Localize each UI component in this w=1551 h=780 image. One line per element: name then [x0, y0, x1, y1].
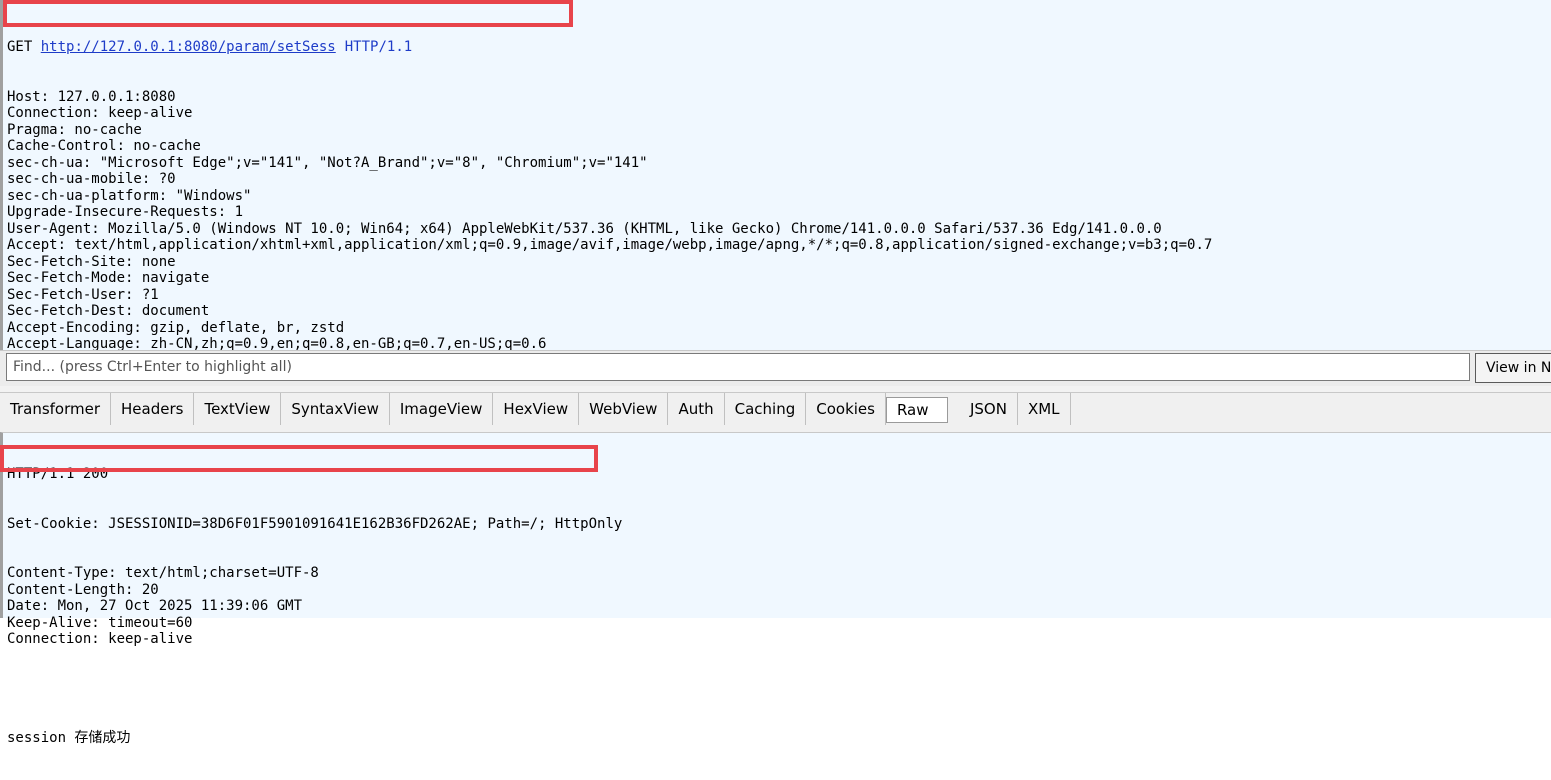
tab-textview[interactable]: TextView	[194, 393, 282, 425]
request-headers: Host: 127.0.0.1:8080 Connection: keep-ali…	[7, 89, 1212, 353]
request-text: GET http://127.0.0.1:8080/param/setSess H…	[7, 6, 1212, 386]
set-cookie-line: Set-Cookie: JSESSIONID=38D6F01F590109164…	[7, 516, 622, 533]
response-header-line: Connection: keep-alive	[7, 631, 193, 647]
request-header-line: sec-ch-ua: "Microsoft Edge";v="141", "No…	[7, 154, 648, 171]
response-body: session 存储成功	[7, 730, 131, 746]
request-header-line: Accept: text/html,application/xhtml+xml,…	[7, 237, 1213, 253]
request-header-line: Cache-Control: no-cache	[7, 138, 201, 154]
tab-caching[interactable]: Caching	[725, 393, 807, 425]
request-header-line: Sec-Fetch-Dest: document	[7, 303, 210, 319]
tab-transformer[interactable]: Transformer	[0, 393, 112, 425]
tab-json[interactable]: JSON	[960, 393, 1018, 425]
request-header-line: Connection: keep-alive	[7, 105, 193, 121]
tab-cookies[interactable]: Cookies	[806, 393, 886, 425]
tab-headers[interactable]: Headers	[111, 393, 195, 425]
response-header-line: Content-Type: text/html;charset=UTF-8	[7, 565, 319, 581]
set-cookie-value: Set-Cookie: JSESSIONID=38D6F01F590109164…	[7, 515, 480, 532]
request-header-line: Host: 127.0.0.1:8080	[7, 88, 176, 105]
response-raw-pane[interactable]: HTTP/1.1 200 Set-Cookie: JSESSIONID=38D6…	[0, 432, 1551, 746]
response-header-line: Date: Mon, 27 Oct 2025 11:39:06 GMT	[7, 598, 303, 614]
response-tab-strip: Transformer Headers TextView SyntaxView Imag…	[0, 392, 1551, 433]
view-in-notepad-button[interactable]: View in Notepad	[1475, 353, 1551, 383]
request-line: GET http://127.0.0.1:8080/param/setSess H…	[7, 39, 1212, 56]
request-url-link[interactable]: http://127.0.0.1:8080/param/setSess	[41, 39, 336, 55]
response-header-line: Keep-Alive: timeout=60	[7, 614, 193, 631]
find-bar: View in Notepad	[0, 350, 1551, 388]
tab-imageview[interactable]: ImageView	[390, 393, 494, 425]
set-cookie-attributes: Path=/; HttpOnly	[479, 515, 623, 532]
tab-auth[interactable]: Auth	[668, 393, 725, 425]
request-header-line: Sec-Fetch-Site: none	[7, 253, 176, 270]
tab-hexview[interactable]: HexView	[493, 393, 580, 425]
tab-xml[interactable]: XML	[1018, 393, 1071, 425]
request-raw-pane[interactable]: GET http://127.0.0.1:8080/param/setSess H…	[0, 0, 1551, 352]
request-header-line: Accept-Encoding: gzip, deflate, br, zstd	[7, 319, 345, 336]
request-header-line: Sec-Fetch-User: ?1	[7, 286, 159, 303]
tab-raw[interactable]: Raw	[885, 397, 948, 423]
find-input[interactable]	[6, 353, 1470, 381]
request-header-line: Pragma: no-cache	[7, 121, 142, 138]
request-header-line: Sec-Fetch-Mode: navigate	[7, 270, 210, 286]
request-protocol: HTTP/1.1	[344, 39, 413, 55]
request-header-line: sec-ch-ua-mobile: ?0	[7, 171, 176, 187]
response-status-line: HTTP/1.1 200	[7, 466, 109, 482]
request-header-line: Upgrade-Insecure-Requests: 1	[7, 204, 244, 220]
request-header-line: sec-ch-ua-platform: "Windows"	[7, 187, 252, 204]
tab-syntaxview[interactable]: SyntaxView	[281, 393, 390, 425]
tab-webview[interactable]: WebView	[579, 393, 669, 425]
request-method: GET	[7, 39, 33, 55]
response-headers: Content-Type: text/html;charset=UTF-8 Con…	[7, 565, 622, 648]
response-header-line: Content-Length: 20	[7, 581, 159, 598]
response-text: HTTP/1.1 200 Set-Cookie: JSESSIONID=38D6…	[7, 433, 622, 780]
request-header-line: User-Agent: Mozilla/5.0 (Windows NT 10.0…	[7, 220, 1162, 237]
